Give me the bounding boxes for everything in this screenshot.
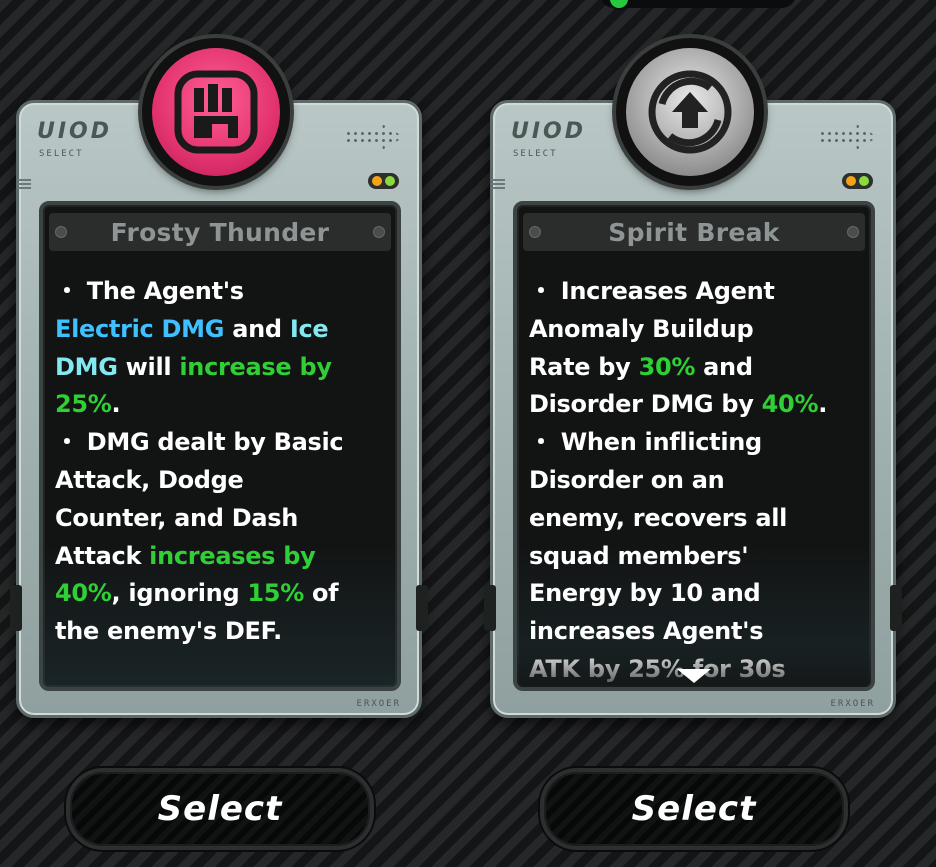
card-foot-code: ERXOER xyxy=(830,699,875,709)
description-text: Anomaly Buildup xyxy=(529,314,754,343)
description-line: Disorder DMG by 40%. xyxy=(529,386,861,424)
description-line: squad members' xyxy=(529,538,861,576)
side-clip xyxy=(890,585,902,631)
indicator-leds xyxy=(842,173,873,189)
description-line: Attack increases by xyxy=(55,538,387,576)
description-line: 25%. xyxy=(55,386,387,424)
select-button-frosty-thunder[interactable]: Select xyxy=(66,768,374,850)
description-line: Disorder on an xyxy=(529,462,861,500)
description-text: . xyxy=(818,390,828,419)
select-button-label: Select xyxy=(157,789,283,829)
highlighted-text: increases by xyxy=(149,541,316,570)
side-clip xyxy=(10,585,22,631)
card-description: ・ The Agent's Electric DMG and Ice DMG wil… xyxy=(43,251,397,651)
card-screen: Frosty Thunder ・ The Agent's Electric DMG… xyxy=(39,201,401,691)
arrow-grille-icon xyxy=(345,123,403,151)
highlighted-text: 40% xyxy=(761,390,819,419)
description-text: increases Agent's xyxy=(529,617,764,646)
indicator-leds xyxy=(368,173,399,189)
silver-upgrade-arrow-emblem-icon xyxy=(626,48,754,176)
card-title-bar: Frosty Thunder xyxy=(49,213,391,251)
green-led-icon xyxy=(859,176,869,186)
card-brand-logo: UIOD xyxy=(511,119,587,144)
card-description: ・ Increases Agent Anomaly Buildup Rate by … xyxy=(517,251,871,687)
card-title-bar: Spirit Break xyxy=(523,213,865,251)
card-title: Spirit Break xyxy=(608,217,780,247)
side-clip xyxy=(484,585,496,631)
description-line: increases Agent's xyxy=(529,613,861,651)
side-clip xyxy=(416,585,428,631)
orange-led-icon xyxy=(372,176,382,186)
screw-icon xyxy=(529,226,541,238)
description-text: enemy, recovers all xyxy=(529,503,788,532)
card-title: Frosty Thunder xyxy=(110,217,330,247)
option-card-frosty-thunder[interactable]: UIOD SELECT Frosty Thunder ・ The Agent's… xyxy=(10,100,428,718)
description-line: Energy by 10 and xyxy=(529,575,861,613)
description-line: ・ DMG dealt by Basic xyxy=(55,424,387,462)
description-text: ・ Increases Agent xyxy=(529,277,775,305)
top-status-pill xyxy=(600,0,796,10)
description-line: Electric DMG and Ice xyxy=(55,311,387,349)
green-status-icon xyxy=(608,0,630,10)
pink-fist-emblem-icon xyxy=(152,48,280,176)
description-line: Rate by 30% and xyxy=(529,349,861,387)
description-text: of xyxy=(303,579,339,608)
description-line: enemy, recovers all xyxy=(529,500,861,538)
description-line: Anomaly Buildup xyxy=(529,311,861,349)
select-button-spirit-break[interactable]: Select xyxy=(540,768,848,850)
highlighted-text: 30% xyxy=(638,352,696,381)
highlighted-text: Ice xyxy=(289,314,329,343)
highlighted-text: DMG xyxy=(55,352,118,381)
rail-marks xyxy=(17,179,31,191)
description-line: ・ When inflicting xyxy=(529,424,861,462)
scroll-down-arrow-icon[interactable] xyxy=(677,669,711,683)
card-foot-code: ERXOER xyxy=(356,699,401,709)
description-text: squad members' xyxy=(529,541,749,570)
description-line: 40%, ignoring 15% of xyxy=(55,575,387,613)
description-text: and xyxy=(695,352,753,381)
description-text: will xyxy=(117,352,180,381)
card-emblem xyxy=(616,38,764,186)
description-text: ・ The Agent's xyxy=(55,277,244,305)
description-text: ・ When inflicting xyxy=(529,428,762,457)
highlighted-text: 40% xyxy=(55,579,112,608)
card-brand-logo: UIOD xyxy=(37,119,113,144)
description-line: ・ The Agent's xyxy=(55,273,387,311)
description-text: the enemy's DEF. xyxy=(55,617,282,646)
arrow-grille-icon xyxy=(819,123,877,151)
card-brand-sub: SELECT xyxy=(513,149,558,159)
description-text: Disorder on an xyxy=(529,465,725,494)
description-line: Attack, Dodge xyxy=(55,462,387,500)
description-text: ・ DMG dealt by Basic xyxy=(55,428,344,457)
description-line: Counter, and Dash xyxy=(55,500,387,538)
highlighted-text: 25% xyxy=(55,390,112,419)
highlighted-text: Electric DMG xyxy=(55,314,225,343)
description-text: Counter, and Dash xyxy=(55,503,299,532)
description-line: ・ Increases Agent xyxy=(529,273,861,311)
description-text: Energy by 10 and xyxy=(529,579,761,608)
card-emblem xyxy=(142,38,290,186)
description-text: Attack, Dodge xyxy=(55,465,244,494)
highlighted-text: increase by xyxy=(179,352,332,381)
screw-icon xyxy=(847,226,859,238)
description-text: Attack xyxy=(55,541,150,570)
description-text: Disorder DMG by xyxy=(529,390,762,419)
card-screen[interactable]: Spirit Break ・ Increases Agent Anomaly Bu… xyxy=(513,201,875,691)
screw-icon xyxy=(373,226,385,238)
description-text: Rate by xyxy=(529,352,639,381)
option-card-spirit-break[interactable]: UIOD SELECT Spirit Break ・ Increases Age… xyxy=(484,100,902,718)
select-button-label: Select xyxy=(631,789,757,829)
card-brand-sub: SELECT xyxy=(39,149,84,159)
rail-marks xyxy=(491,179,505,191)
orange-led-icon xyxy=(846,176,856,186)
description-text: and xyxy=(224,314,290,343)
description-line: DMG will increase by xyxy=(55,349,387,387)
description-text: , ignoring xyxy=(111,579,248,608)
description-line: the enemy's DEF. xyxy=(55,613,387,651)
green-led-icon xyxy=(385,176,395,186)
description-text: . xyxy=(111,390,121,419)
highlighted-text: 15% xyxy=(247,579,304,608)
screw-icon xyxy=(55,226,67,238)
